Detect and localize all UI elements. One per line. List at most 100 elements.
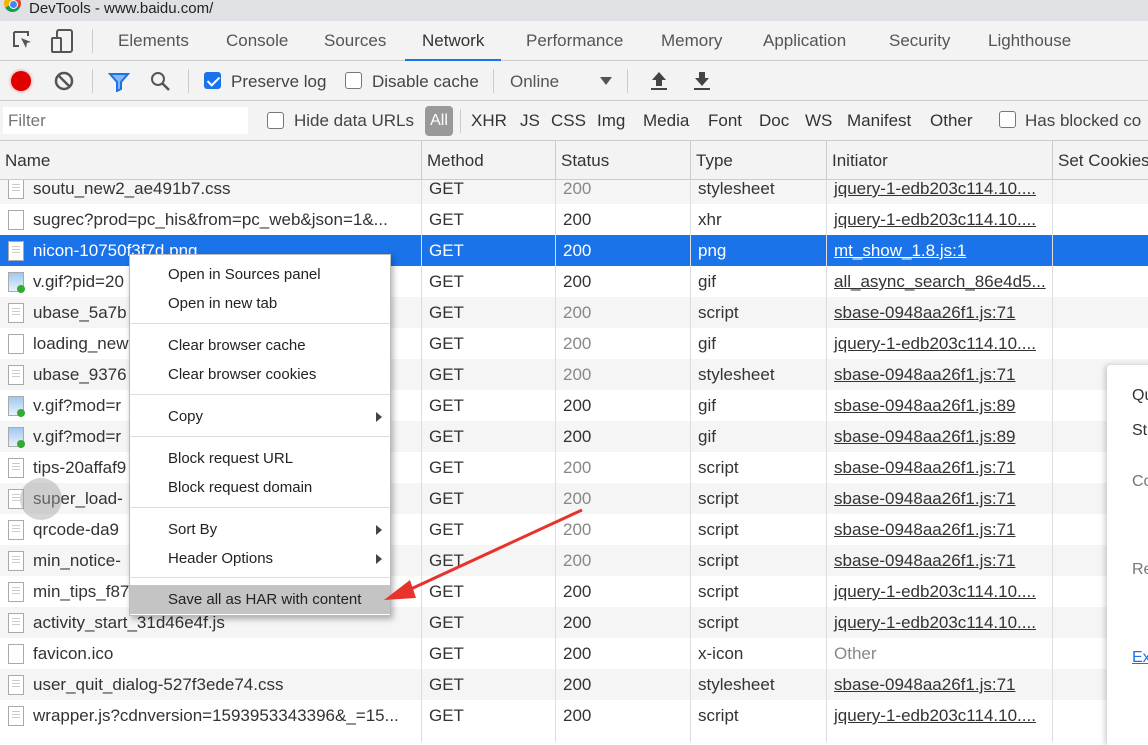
menu-item-label: Clear browser cache bbox=[168, 337, 306, 354]
table-row[interactable]: wrapper.js?cdnversion=1593953343396&_=15… bbox=[0, 700, 1148, 731]
menu-item-header-options[interactable]: Header Options bbox=[130, 544, 390, 573]
cell-initiator[interactable]: sbase-0948aa26f1.js:71 bbox=[826, 669, 1052, 700]
side-popup-panel: Qu St Co Re Ex bbox=[1107, 365, 1148, 745]
filter-type-ws[interactable]: WS bbox=[805, 111, 832, 131]
menu-item-save-all-as-har-with-content[interactable]: Save all as HAR with content bbox=[130, 585, 390, 614]
chevron-down-icon[interactable] bbox=[600, 77, 612, 85]
menu-item-block-request-url[interactable]: Block request URL bbox=[130, 444, 390, 473]
import-har-icon[interactable] bbox=[650, 71, 668, 91]
filter-icon[interactable] bbox=[108, 72, 130, 92]
column-header-initiator[interactable]: Initiator bbox=[826, 141, 1052, 180]
cell-initiator[interactable]: sbase-0948aa26f1.js:71 bbox=[826, 452, 1052, 483]
document-file-icon bbox=[8, 365, 24, 385]
record-button[interactable] bbox=[11, 71, 31, 91]
menu-item-copy[interactable]: Copy bbox=[130, 402, 390, 431]
cell-initiator[interactable]: sbase-0948aa26f1.js:89 bbox=[826, 421, 1052, 452]
cell-initiator[interactable]: jquery-1-edb203c114.10.... bbox=[826, 576, 1052, 607]
cell-status: 200 bbox=[563, 427, 592, 446]
disable-cache-label: Disable cache bbox=[372, 72, 479, 91]
column-divider bbox=[1052, 180, 1053, 742]
menu-item-sort-by[interactable]: Sort By bbox=[130, 515, 390, 544]
tab-application[interactable]: Application bbox=[763, 21, 846, 61]
column-header-set-cookies[interactable]: Set Cookies bbox=[1052, 141, 1148, 180]
menu-item-label: Sort By bbox=[168, 521, 218, 538]
touch-indicator bbox=[20, 478, 62, 520]
preserve-log-checkbox[interactable] bbox=[204, 72, 221, 89]
column-header-type[interactable]: Type bbox=[690, 141, 826, 180]
tab-network[interactable]: Network bbox=[405, 21, 502, 61]
cell-initiator[interactable]: mt_show_1.8.js:1 bbox=[826, 235, 1052, 266]
cell-initiator[interactable]: sbase-0948aa26f1.js:71 bbox=[826, 359, 1052, 390]
column-header-status[interactable]: Status bbox=[555, 141, 690, 180]
tab-lighthouse[interactable]: Lighthouse bbox=[988, 21, 1071, 61]
tab-elements[interactable]: Elements bbox=[118, 21, 189, 61]
document-file-icon bbox=[8, 675, 24, 695]
cell-type: stylesheet bbox=[698, 365, 775, 384]
cell-initiator[interactable]: sbase-0948aa26f1.js:89 bbox=[826, 390, 1052, 421]
cell-status: 200 bbox=[563, 458, 592, 477]
side-panel-text[interactable]: Ex bbox=[1132, 649, 1148, 667]
cell-status: 200 bbox=[563, 365, 592, 384]
throttling-select[interactable]: Online bbox=[510, 72, 559, 92]
cell-initiator: Other bbox=[834, 644, 877, 663]
table-row[interactable]: favicon.ico GET 200 x-icon Other bbox=[0, 638, 1148, 669]
cell-initiator[interactable]: jquery-1-edb203c114.10.... bbox=[826, 204, 1052, 235]
tab-sources[interactable]: Sources bbox=[324, 21, 386, 61]
cell-initiator[interactable]: sbase-0948aa26f1.js:71 bbox=[826, 483, 1052, 514]
image-file-icon bbox=[8, 396, 25, 417]
search-icon[interactable] bbox=[150, 71, 172, 93]
table-row[interactable]: user_quit_dialog-527f3ede74.css GET 200 sty… bbox=[0, 669, 1148, 700]
menu-separator bbox=[130, 507, 390, 508]
table-row[interactable]: sugrec?prod=pc_his&from=pc_web&json=1&..… bbox=[0, 204, 1148, 235]
filter-input[interactable] bbox=[3, 107, 248, 134]
filter-type-js[interactable]: JS bbox=[520, 111, 540, 131]
inspect-element-icon[interactable] bbox=[12, 30, 34, 52]
filter-type-css[interactable]: CSS bbox=[551, 111, 586, 131]
hide-data-urls-checkbox[interactable] bbox=[267, 112, 284, 129]
column-header-method[interactable]: Method bbox=[421, 141, 555, 180]
cell-initiator[interactable]: sbase-0948aa26f1.js:71 bbox=[826, 297, 1052, 328]
cell-initiator[interactable]: jquery-1-edb203c114.10.... bbox=[826, 328, 1052, 359]
menu-item-open-in-sources-panel[interactable]: Open in Sources panel bbox=[130, 260, 390, 289]
cell-method: GET bbox=[429, 210, 464, 229]
menu-item-block-request-domain[interactable]: Block request domain bbox=[130, 473, 390, 502]
tab-security[interactable]: Security bbox=[889, 21, 950, 61]
cell-initiator[interactable]: jquery-1-edb203c114.10.... bbox=[826, 700, 1052, 731]
device-toolbar-icon[interactable] bbox=[50, 28, 74, 54]
menu-item-clear-browser-cookies[interactable]: Clear browser cookies bbox=[130, 360, 390, 389]
export-har-icon[interactable] bbox=[693, 71, 711, 91]
clear-icon[interactable] bbox=[54, 71, 74, 91]
hide-data-urls-label: Hide data URLs bbox=[294, 111, 415, 130]
document-file-icon bbox=[8, 613, 24, 633]
column-header-name[interactable]: Name bbox=[0, 141, 421, 180]
cell-initiator[interactable]: all_async_search_86e4d5... bbox=[826, 266, 1052, 297]
cell-status: 200 bbox=[563, 706, 592, 725]
cell-method: GET bbox=[429, 241, 464, 260]
cell-initiator[interactable]: sbase-0948aa26f1.js:71 bbox=[826, 514, 1052, 545]
tab-performance[interactable]: Performance bbox=[526, 21, 623, 61]
menu-item-clear-browser-cache[interactable]: Clear browser cache bbox=[130, 331, 390, 360]
filter-type-other[interactable]: Other bbox=[930, 111, 973, 131]
filter-type-img[interactable]: Img bbox=[597, 111, 625, 131]
disable-cache-checkbox[interactable] bbox=[345, 72, 362, 89]
network-toolbar: Preserve log Disable cache Online bbox=[0, 61, 1148, 101]
tab-console[interactable]: Console bbox=[226, 21, 288, 61]
tab-memory[interactable]: Memory bbox=[661, 21, 722, 61]
filter-type-xhr[interactable]: XHR bbox=[471, 111, 507, 131]
cell-method: GET bbox=[429, 706, 464, 725]
menu-item-open-in-new-tab[interactable]: Open in new tab bbox=[130, 289, 390, 318]
cell-initiator[interactable]: sbase-0948aa26f1.js:71 bbox=[826, 545, 1052, 576]
cell-status: 200 bbox=[563, 396, 592, 415]
cell-initiator[interactable]: jquery-1-edb203c114.10.... bbox=[826, 607, 1052, 638]
filter-type-media[interactable]: Media bbox=[643, 111, 689, 131]
filter-type-manifest[interactable]: Manifest bbox=[847, 111, 911, 131]
cell-status: 200 bbox=[563, 241, 592, 260]
cell-type: script bbox=[698, 520, 739, 539]
side-panel-text: St bbox=[1132, 422, 1148, 439]
cell-status: 200 bbox=[563, 644, 592, 663]
has-blocked-cookies-checkbox[interactable] bbox=[999, 111, 1016, 128]
cell-type: script bbox=[698, 489, 739, 508]
filter-type-font[interactable]: Font bbox=[708, 111, 742, 131]
filter-type-doc[interactable]: Doc bbox=[759, 111, 789, 131]
filter-type-all[interactable]: All bbox=[425, 106, 453, 136]
